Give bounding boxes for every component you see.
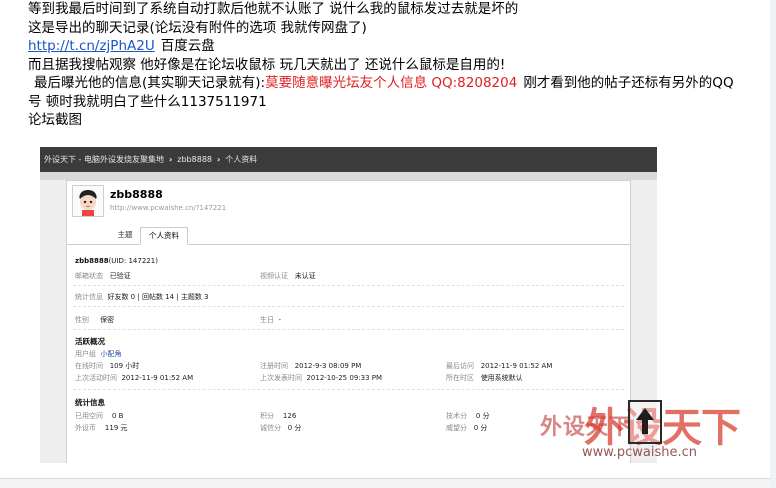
points-value: 126 <box>282 412 297 420</box>
video-value: 未认证 <box>294 272 316 280</box>
breadcrumb-shadow <box>40 172 657 180</box>
exposure-prefix: 最后曝光他的信息(其实聊天记录就有): <box>34 75 266 91</box>
breadcrumb-user: zbb8888 <box>177 155 212 164</box>
coin-label: 外设币 <box>75 424 96 432</box>
email-status: 邮箱状态 已验证 <box>75 271 131 281</box>
moderator-warning: 莫要随意曝光坛友个人信息 QQ:8208204 <box>265 75 518 91</box>
tech-label: 技术分 <box>446 412 467 420</box>
stats-value: 好友数 0 | 回帖数 14 | 主题数 3 <box>107 293 209 301</box>
stats-label: 统计信息 <box>75 293 103 301</box>
fame-label: 威望分 <box>446 424 467 432</box>
upload-cursor-icon <box>628 400 662 444</box>
last-post-label: 上次发表时间 <box>260 374 302 382</box>
last-visit-line: 最后访问 2012-11-9 01:52 AM <box>446 361 552 371</box>
space-label: 已用空间 <box>75 412 103 420</box>
coin-value: 119 元 <box>104 424 128 432</box>
post-line-3: http://t.cn/zjPhA2U 百度云盘 <box>28 37 773 56</box>
online-line: 在线时间 109 小时 <box>75 361 139 371</box>
post-line-1: 等到我最后时间到了系统自动打款后他就不认账了 说什么我的鼠标发过去就是坏的 <box>28 1 519 17</box>
timezone-value: 使用系统默认 <box>480 374 523 382</box>
birthday-line: 生日 - <box>260 315 281 325</box>
chevron-right-icon: › <box>168 155 173 164</box>
video-label: 视频认证 <box>260 272 288 280</box>
group-label: 用户组 <box>75 350 96 358</box>
pan-link[interactable]: http://t.cn/zjPhA2U <box>28 38 155 54</box>
pan-link-label: 百度云盘 <box>160 38 215 54</box>
breadcrumb-site: 外设天下 - 电脑外设发烧友聚集地 <box>44 155 164 164</box>
last-post-value: 2012-10-25 09:33 PM <box>306 374 383 382</box>
points-label: 积分 <box>260 412 274 420</box>
email-label: 邮箱状态 <box>75 272 103 280</box>
birthday-label: 生日 <box>260 316 274 324</box>
activity-title: 活跃概况 <box>75 337 105 346</box>
space-value: 0 B <box>111 412 124 420</box>
tab-profile: 个人资料 <box>140 227 188 245</box>
space-line: 已用空间 0 B <box>75 411 123 421</box>
tech-value: 0 分 <box>475 412 490 420</box>
tech-line: 技术分 0 分 <box>446 411 490 421</box>
fame-value: 0 分 <box>473 424 488 432</box>
last-active-value: 2012-11-9 01:52 AM <box>121 374 194 382</box>
reg-label: 注册时间 <box>260 362 288 370</box>
timezone-line: 所在时区 使用系统默认 <box>446 373 523 383</box>
scrollbar[interactable] <box>770 0 776 487</box>
last-visit-value: 2012-11-9 01:52 AM <box>480 362 553 370</box>
group-value[interactable]: 小配角 <box>100 350 121 358</box>
reg-value: 2012-9-3 08:09 PM <box>294 362 362 370</box>
profile-url: http://www.pcwaishe.cn/?147221 <box>110 204 227 212</box>
last-active-label: 上次活动时间 <box>75 374 117 382</box>
chevron-right-icon: › <box>217 155 221 164</box>
post-line-5: 最后曝光他的信息(其实聊天记录就有):莫要随意曝光坛友个人信息 QQ:82082… <box>28 74 773 93</box>
email-value: 已验证 <box>109 272 131 280</box>
post-line-7: 论坛截图 <box>28 112 82 128</box>
post-line-4: 而且据我搜帖观察 他好像是在论坛收鼠标 玩几天就出了 还说什么鼠标是自用的! <box>28 56 506 73</box>
divider <box>73 329 624 330</box>
online-label: 在线时间 <box>75 362 103 370</box>
watermark-url: www.pcwaishe.cn <box>582 445 697 460</box>
coin-line: 外设币 119 元 <box>75 423 128 433</box>
stat-title: 统计信息 <box>75 398 105 407</box>
honesty-label: 诚信分 <box>260 424 281 432</box>
profile-tabs: 主题 个人资料 <box>67 227 630 245</box>
gender-line: 性别 保密 <box>75 315 114 325</box>
breadcrumb: 外设天下 - 电脑外设发烧友聚集地 › zbb8888 › 个人资料 <box>40 147 657 172</box>
uid-name: zbb8888 <box>75 257 109 265</box>
cartoon-avatar-icon <box>72 185 104 217</box>
timezone-label: 所在时区 <box>446 374 474 382</box>
post-line-6: 号 顿时我就明白了些什么1137511971 <box>28 93 267 110</box>
video-status: 视频认证 未认证 <box>260 271 316 281</box>
breadcrumb-page: 个人资料 <box>225 155 258 164</box>
divider <box>73 285 624 286</box>
tab-topics: 主题 <box>117 230 133 239</box>
profile-username: zbb8888 <box>110 188 163 201</box>
honesty-line: 诚信分 0 分 <box>260 423 301 433</box>
points-line: 积分 126 <box>260 411 296 421</box>
uid-line: zbb8888(UID: 147221) <box>75 257 158 265</box>
divider <box>73 389 624 390</box>
online-value: 109 小时 <box>109 362 140 370</box>
post-line-2: 这是导出的聊天记录(论坛没有附件的选项 我就传网盘了) <box>28 19 367 36</box>
reg-line: 注册时间 2012-9-3 08:09 PM <box>260 361 361 371</box>
gender-value: 保密 <box>100 316 115 324</box>
group-line: 用户组 小配角 <box>75 349 121 359</box>
forum-post-body: 等到我最后时间到了系统自动打款后他就不认账了 说什么我的鼠标发过去就是坏的 这是… <box>28 0 773 130</box>
last-visit-label: 最后访问 <box>446 362 474 370</box>
exposure-suffix: 刚才看到他的帖子还标有另外的QQ <box>523 75 734 91</box>
divider <box>73 306 624 307</box>
gender-label: 性别 <box>75 316 89 324</box>
last-active-line: 上次活动时间 2012-11-9 01:52 AM <box>75 373 193 383</box>
honesty-value: 0 分 <box>287 424 302 432</box>
uid-number: (UID: 147221) <box>108 257 158 265</box>
fame-line: 威望分 0 分 <box>446 423 487 433</box>
last-post-line: 上次发表时间 2012-10-25 09:33 PM <box>260 373 382 383</box>
stats-line: 统计信息 好友数 0 | 回帖数 14 | 主题数 3 <box>75 292 209 302</box>
birthday-value: - <box>278 316 281 324</box>
